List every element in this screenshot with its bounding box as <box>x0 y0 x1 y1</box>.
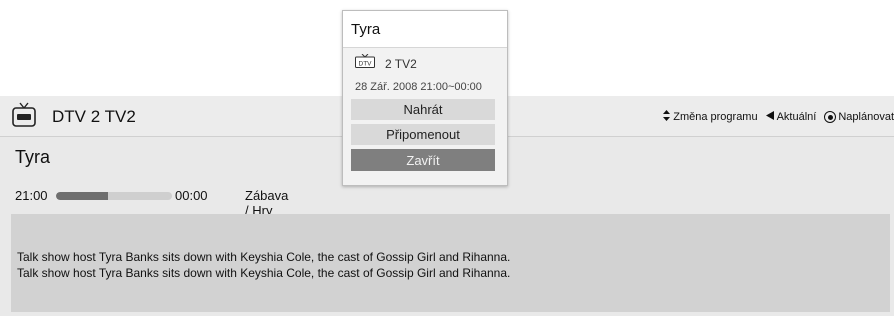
hint-label: Změna programu <box>673 111 758 123</box>
record-button[interactable]: Nahrát <box>351 99 495 120</box>
popup-channel: 2 TV2 <box>385 57 417 71</box>
description-line: Talk show host Tyra Banks sits down with… <box>17 250 511 264</box>
popup-time: 28 Zář. 2008 21:00~00:00 <box>355 81 482 93</box>
hint-current[interactable]: Aktuální <box>765 111 817 123</box>
remind-button[interactable]: Připomenout <box>351 124 495 145</box>
popup-title: Tyra <box>351 21 381 38</box>
progress-bar <box>56 192 172 200</box>
popup-body: DTV 2 TV2 28 Zář. 2008 21:00~00:00 Nahrá… <box>343 48 507 185</box>
hint-schedule[interactable]: Naplánovat <box>824 111 894 123</box>
up-down-arrows-icon <box>663 110 671 124</box>
hint-label: Naplánovat <box>838 111 894 123</box>
svg-text:DTV: DTV <box>359 60 373 67</box>
description-line: Talk show host Tyra Banks sits down with… <box>17 266 511 280</box>
tv-icon <box>12 102 36 127</box>
dtv-icon: DTV <box>355 54 375 68</box>
ok-button-icon <box>824 111 837 123</box>
hint-label: Aktuální <box>776 111 817 123</box>
close-button[interactable]: Zavřít <box>351 149 495 171</box>
key-hints: Změna programu Aktuální Naplánovat <box>655 110 894 124</box>
channel-name: DTV 2 TV2 <box>52 107 136 126</box>
end-time: 00:00 <box>175 188 208 203</box>
program-options-popup: Tyra DTV 2 TV2 28 Zář. 2008 21:00~00:00 … <box>342 10 508 186</box>
popup-title-bar: Tyra <box>343 11 507 48</box>
description-box: Talk show host Tyra Banks sits down with… <box>11 214 890 312</box>
progress-fill <box>56 192 109 200</box>
left-arrow-icon <box>765 111 774 123</box>
hint-change-program[interactable]: Změna programu <box>663 110 758 124</box>
program-title: Tyra <box>15 147 51 167</box>
start-time: 21:00 <box>15 188 48 203</box>
